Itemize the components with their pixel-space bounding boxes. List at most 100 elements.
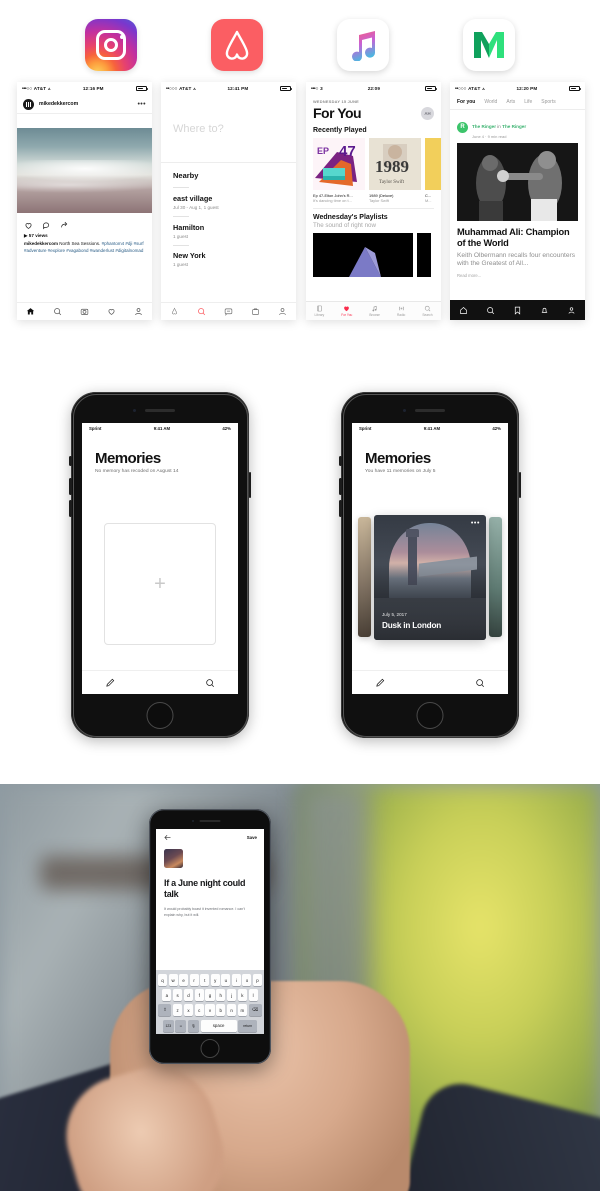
shift-key[interactable]: ⇧ <box>158 1004 172 1017</box>
read-more-link[interactable]: Read more... <box>450 269 585 278</box>
key-h[interactable]: h <box>216 989 226 1002</box>
tab-world[interactable]: World <box>484 99 497 105</box>
key-c[interactable]: c <box>194 1004 204 1017</box>
key-m[interactable]: m <box>237 1004 247 1017</box>
dictation-key[interactable]: 🎙 <box>188 1019 199 1032</box>
album-card[interactable]: C... M... <box>425 138 441 203</box>
numbers-key[interactable]: 123 <box>162 1019 174 1032</box>
album-card[interactable]: 1989 Taylor Swift 1989 (Deluxe) Taylor S… <box>369 138 421 203</box>
tab-life[interactable]: Life <box>524 99 532 105</box>
medium-app-icon[interactable] <box>463 19 515 71</box>
list-item[interactable]: New York 1 guest <box>173 251 284 267</box>
note-body[interactable]: It would probably boast it invented roma… <box>164 906 256 919</box>
like-heart-icon[interactable] <box>24 221 33 230</box>
cover-thumbnail[interactable] <box>164 849 183 868</box>
camera-icon[interactable] <box>80 307 89 316</box>
key-v[interactable]: v <box>205 1004 215 1017</box>
tab-library[interactable]: Library <box>315 305 324 317</box>
key-d[interactable]: d <box>183 989 194 1002</box>
comment-icon[interactable] <box>42 221 51 230</box>
home-icon[interactable] <box>26 307 35 316</box>
home-button[interactable] <box>200 1039 220 1058</box>
home-button[interactable] <box>416 702 444 729</box>
tab-browse[interactable]: Browse <box>369 305 380 317</box>
post-more-icon[interactable]: ••• <box>137 101 146 108</box>
key-r[interactable]: r <box>189 974 199 986</box>
emoji-key[interactable]: ☺ <box>175 1019 187 1032</box>
volume-down-button[interactable] <box>69 500 72 517</box>
key-j[interactable]: j <box>226 989 237 1002</box>
card-more-icon[interactable]: ••• <box>471 520 480 527</box>
edit-pencil-icon[interactable] <box>105 677 116 688</box>
profile-icon[interactable] <box>278 307 287 316</box>
mute-switch[interactable] <box>339 456 342 466</box>
key-k[interactable]: k <box>237 989 247 1002</box>
list-item[interactable]: east village Jul 30 - Aug 1, 1 guest <box>173 194 284 210</box>
tab-search[interactable]: Search <box>422 305 432 317</box>
memory-card-prev[interactable] <box>358 517 371 637</box>
search-icon[interactable] <box>205 678 215 688</box>
home-button[interactable] <box>146 702 174 729</box>
playlist-card[interactable] <box>313 233 413 278</box>
apple-music-app-icon[interactable] <box>337 19 389 71</box>
memory-carousel[interactable]: ••• July 5, 2017 Dusk in London <box>352 515 508 640</box>
album-card[interactable]: 47 EP Ep 47-Elton John's R... It's danci… <box>313 138 365 203</box>
key-u[interactable]: u <box>221 974 231 986</box>
tab-for-you[interactable]: For you <box>457 99 475 105</box>
key-z[interactable]: z <box>173 1004 183 1017</box>
tab-radio[interactable]: Radio <box>397 305 405 317</box>
volume-down-button[interactable] <box>339 500 342 517</box>
messages-icon[interactable] <box>224 307 233 316</box>
key-p[interactable]: p <box>253 974 263 986</box>
avatar[interactable] <box>23 98 34 110</box>
post-username[interactable]: mikedekkercom <box>39 101 132 107</box>
key-w[interactable]: w <box>168 974 178 986</box>
power-button[interactable] <box>248 472 251 498</box>
bookmark-icon[interactable] <box>513 306 522 315</box>
key-b[interactable]: b <box>216 1004 226 1017</box>
volume-up-button[interactable] <box>69 478 72 495</box>
heart-icon[interactable] <box>107 307 116 316</box>
share-icon[interactable] <box>60 221 69 230</box>
instagram-app-icon[interactable] <box>85 19 137 71</box>
search-input[interactable]: Where to? <box>161 95 296 163</box>
key-y[interactable]: y <box>210 974 220 986</box>
edit-pencil-icon[interactable] <box>375 677 386 688</box>
power-button[interactable] <box>518 472 521 498</box>
add-memory-placeholder[interactable]: + <box>104 523 216 645</box>
explore-icon[interactable] <box>170 307 179 316</box>
key-t[interactable]: t <box>200 974 210 986</box>
note-title[interactable]: If a June night could talk <box>164 878 256 900</box>
playlist-card[interactable] <box>417 233 431 278</box>
save-button[interactable]: Save <box>247 835 257 840</box>
key-o[interactable]: o <box>242 974 252 986</box>
return-key[interactable]: return <box>238 1019 258 1032</box>
key-i[interactable]: i <box>231 974 241 986</box>
key-e[interactable]: e <box>179 974 189 986</box>
avatar[interactable]: AH <box>421 106 434 120</box>
space-key[interactable]: space <box>200 1019 237 1032</box>
back-arrow-icon[interactable] <box>163 833 172 842</box>
tab-for-you[interactable]: For You <box>341 305 352 317</box>
key-a[interactable]: a <box>162 989 172 1002</box>
volume-up-button[interactable] <box>339 478 342 495</box>
search-icon[interactable] <box>486 306 495 315</box>
mute-switch[interactable] <box>69 456 72 466</box>
caption-username[interactable]: mikedekkercom <box>24 241 58 246</box>
key-f[interactable]: f <box>194 989 204 1002</box>
key-l[interactable]: l <box>248 989 258 1002</box>
tab-arts[interactable]: Arts <box>506 99 515 105</box>
notifications-icon[interactable] <box>540 306 549 315</box>
search-icon[interactable] <box>53 307 62 316</box>
onscreen-keyboard[interactable]: q w e r t y u i o p a s d f g h j k l ⇧ … <box>156 970 264 1034</box>
memory-card-next[interactable] <box>489 517 502 637</box>
article-headline[interactable]: Muhammad Ali: Champion of the World <box>450 221 585 250</box>
search-icon[interactable] <box>475 678 485 688</box>
key-q[interactable]: q <box>157 974 167 986</box>
trips-icon[interactable] <box>251 307 260 316</box>
memory-card[interactable]: ••• July 5, 2017 Dusk in London <box>374 515 486 640</box>
backspace-key[interactable]: ⌫ <box>248 1004 262 1017</box>
home-icon[interactable] <box>459 306 468 315</box>
profile-icon[interactable] <box>134 307 143 316</box>
article-byline[interactable]: R The Ringer in The Ringer June 4 · 9 mi… <box>450 110 585 143</box>
